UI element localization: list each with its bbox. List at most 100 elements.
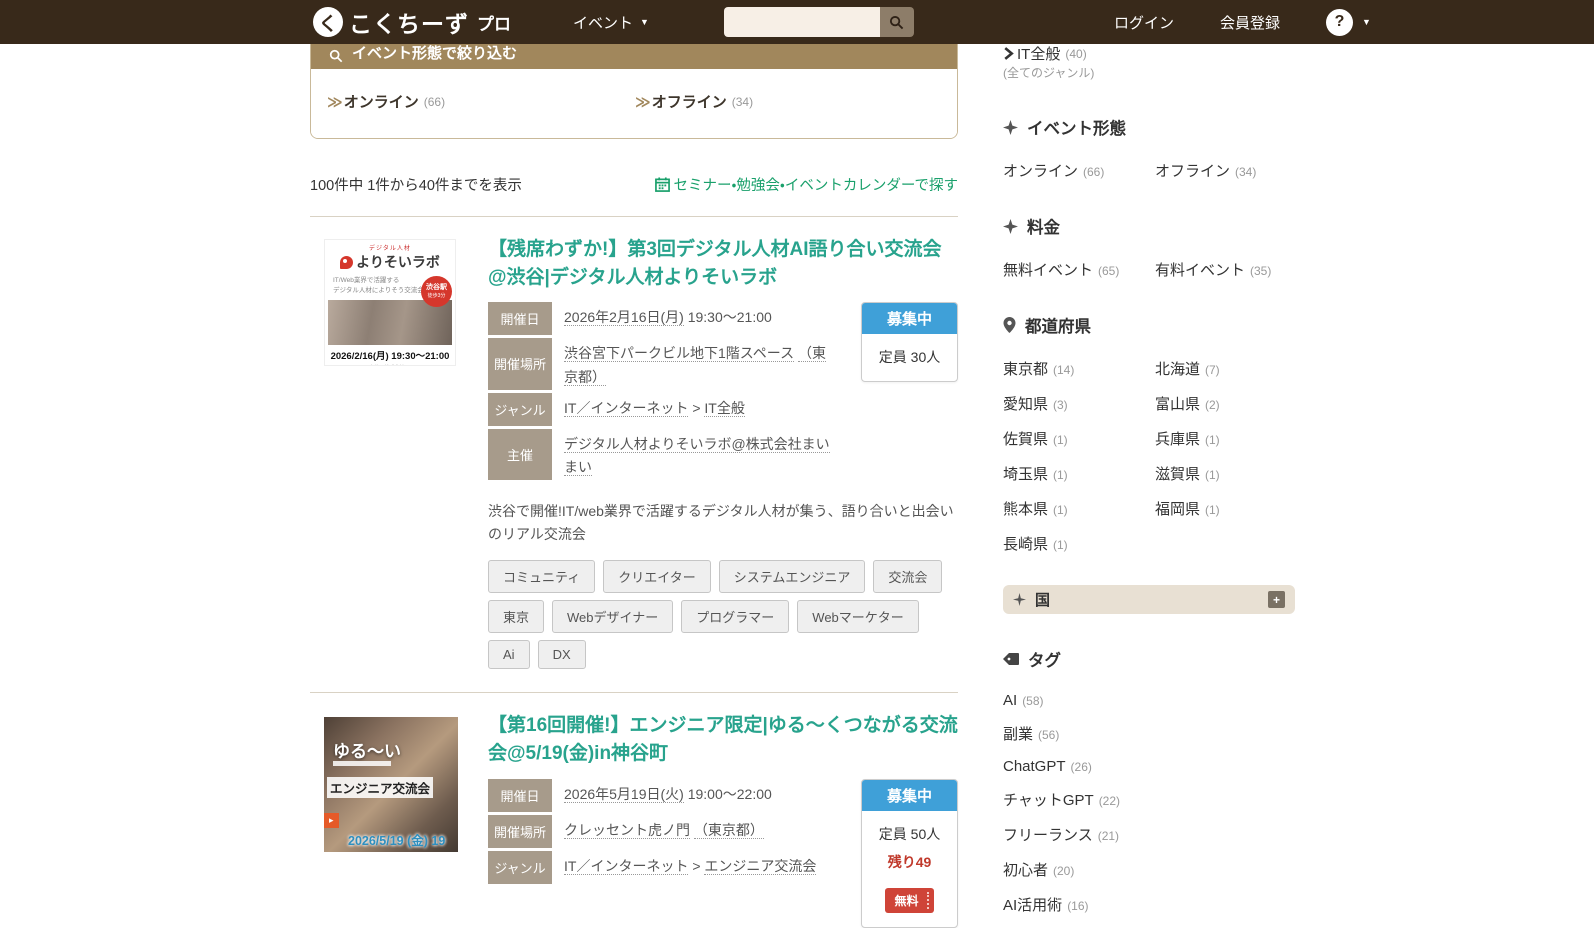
help-menu[interactable]: ? ▼ — [1325, 8, 1371, 36]
event-description: 渋谷で開催!IT/web業界で活躍するデジタル人材が集う、語り合いと出会いのリア… — [488, 503, 954, 543]
tag-chip[interactable]: Webマーケター — [797, 600, 919, 634]
sidebar-item-prefecture[interactable]: 滋賀県 (1) — [1155, 463, 1295, 484]
event-card: デジタル人材 よりそいラボ IT/Web業界で活躍する デジタル人材によりそう交… — [310, 217, 958, 671]
page-body: イベント形態で絞り込む ≫ オンライン (66) ≫ オフライン (34) 10… — [0, 22, 1594, 928]
sidebar-section-prefecture: 都道府県 東京都 (14) 北海道 (7) 愛知県 (3) 富山県 (2) 佐賀県 (1)… — [1003, 313, 1295, 554]
login-link[interactable]: ログイン — [1114, 12, 1174, 33]
double-chevron-icon: ≫ — [327, 93, 343, 111]
filter-offline-link[interactable]: ≫ オフライン (34) — [635, 91, 943, 112]
sidebar-item-prefecture[interactable]: 北海道 (7) — [1155, 358, 1295, 379]
sidebar-tag-link[interactable]: ChatGPT (26) — [1003, 758, 1295, 775]
calendar-icon — [654, 177, 670, 192]
bird-logo-icon — [340, 255, 354, 269]
event-place-link[interactable]: クレッセント虎ノ門 — [564, 821, 690, 839]
thumb-brand: よりそいラボ — [356, 254, 440, 270]
event-date-link[interactable]: 2026年2月16日(月) — [564, 309, 684, 327]
sidebar-item-prefecture[interactable]: 愛知県 (3) — [1003, 393, 1155, 414]
event-place-link[interactable]: 渋谷宮下パークビル地下1階スペース — [564, 345, 795, 363]
capacity-text: 定員 50人 — [878, 825, 941, 842]
thumb-line1: ゆる〜い — [333, 742, 401, 762]
event-details: 開催日 2026年5月19日(火) 19:00〜22:00 開催場所 クレッセン… — [488, 778, 839, 928]
detail-label: ジャンル — [488, 392, 552, 426]
thumb-date: 2026/2/16(月) 19:30〜21:00 — [330, 350, 450, 362]
filter-online-link[interactable]: ≫ オンライン (66) — [327, 91, 635, 112]
sidebar-tag-link[interactable]: 副業 (56) — [1003, 723, 1295, 744]
detail-row-date: 開催日 2026年2月16日(月) 19:30〜21:00 — [488, 302, 839, 336]
sparkle-icon — [1013, 593, 1026, 606]
sidebar-item-offline[interactable]: オフライン (34) — [1155, 160, 1295, 181]
capacity-text: 定員 30人 — [878, 349, 941, 366]
sidebar-tag-link[interactable]: チャットGPT (22) — [1003, 789, 1295, 810]
genre-child-link[interactable]: IT全般 — [704, 399, 745, 417]
sidebar-item-prefecture[interactable]: 熊本県 (1) — [1003, 498, 1155, 519]
search-input[interactable] — [723, 7, 880, 37]
genre-child-link[interactable]: エンジニア交流会 — [704, 857, 817, 875]
sidebar-tag-link[interactable]: 初心者 (20) — [1003, 859, 1295, 880]
tag-chip[interactable]: クリエイター — [603, 560, 711, 594]
sidebar-item-prefecture[interactable]: 富山県 (2) — [1155, 393, 1295, 414]
app-header: く こくちーず プロ イベント ▼ ログイン 会員登録 ? ▼ — [0, 0, 1594, 44]
detail-label: 開催場所 — [488, 814, 552, 848]
sidebar-section-fee: 料金 無料イベント (65) 有料イベント (35) — [1003, 214, 1295, 280]
thumb-line2: エンジニア交流会 — [327, 777, 434, 799]
sidebar-section-event-type: イベント形態 オンライン (66) オフライン (34) — [1003, 115, 1295, 181]
main-column: イベント形態で絞り込む ≫ オンライン (66) ≫ オフライン (34) 10… — [310, 22, 958, 928]
chevron-right-icon — [1004, 47, 1014, 60]
tag-chip[interactable]: DX — [537, 640, 586, 670]
sidebar-item-prefecture[interactable]: 長崎県 (1) — [1003, 533, 1155, 554]
search-button[interactable] — [879, 7, 914, 37]
detail-label: 主催 — [488, 428, 552, 481]
event-date-link[interactable]: 2026年5月19日(火) — [564, 785, 684, 803]
sidebar-item-prefecture[interactable]: 東京都 (14) — [1003, 358, 1155, 379]
event-thumbnail[interactable]: ゆる〜い エンジニア交流会 ▸ 2026/5/19 (金) 19 — [324, 712, 458, 928]
station-badge: 渋谷駅 徒歩3分 — [421, 276, 452, 307]
event-title-link[interactable]: 【第16回開催!】エンジニア限定|ゆる〜くつながる交流会@5/19(金)in神谷… — [488, 712, 958, 767]
all-genres-link[interactable]: (全てのジャンル) — [1003, 66, 1094, 80]
chevron-down-icon: ▼ — [640, 17, 649, 27]
sidebar-tag-link[interactable]: フリーランス (21) — [1003, 824, 1295, 845]
tag-chip[interactable]: Ai — [488, 640, 530, 670]
country-collapsible-bar[interactable]: 国 + — [1003, 585, 1295, 614]
results-count: 100件中 1件から40件までを表示 — [310, 178, 522, 194]
tag-chip[interactable]: 東京 — [488, 600, 545, 634]
sidebar-item-prefecture[interactable]: 佐賀県 (1) — [1003, 428, 1155, 449]
status-box: 募集中 定員 30人 — [861, 302, 958, 383]
genre-parent-link[interactable]: IT／インターネット — [564, 399, 689, 417]
detail-label: ジャンル — [488, 850, 552, 884]
expand-button[interactable]: + — [1268, 591, 1285, 608]
sidebar-item-prefecture[interactable]: 埼玉県 (1) — [1003, 463, 1155, 484]
tag-chip[interactable]: Webデザイナー — [552, 600, 674, 634]
calendar-search-link[interactable]: セミナー・勉強会・イベントカレンダーで探す — [654, 174, 958, 195]
event-thumbnail[interactable]: デジタル人材 よりそいラボ IT/Web業界で活躍する デジタル人材によりそう交… — [324, 236, 458, 669]
sidebar-item-prefecture[interactable]: 福岡県 (1) — [1155, 498, 1295, 519]
nav-events-menu[interactable]: イベント ▼ — [573, 12, 649, 33]
sidebar-current-genre-link[interactable]: IT全般 (40) — [1003, 43, 1295, 64]
genre-separator: > — [692, 857, 701, 874]
genre-parent-link[interactable]: IT／インターネット — [564, 857, 689, 875]
tag-chip[interactable]: 交流会 — [873, 560, 943, 594]
logo[interactable]: く こくちーず プロ — [313, 5, 511, 39]
sidebar-item-paid-events[interactable]: 有料イベント (35) — [1155, 259, 1295, 280]
event-title-link[interactable]: 【残席わずか!】第3回デジタル人材AI語り合い交流会@渋谷|デジタル人材よりそい… — [488, 236, 958, 291]
register-link[interactable]: 会員登録 — [1220, 12, 1280, 33]
event-region-link[interactable]: （東京都） — [693, 821, 764, 839]
sidebar: IT全般 (40) (全てのジャンル) イベント形態 オンライン (66) オフラ… — [1003, 22, 1295, 928]
tag-chip[interactable]: プログラマー — [681, 600, 790, 634]
filter-box-body: ≫ オンライン (66) ≫ オフライン (34) — [311, 69, 957, 138]
double-chevron-icon: ≫ — [635, 93, 651, 111]
sidebar-item-online[interactable]: オンライン (66) — [1003, 160, 1155, 181]
sidebar-tag-link[interactable]: AI活用術 (16) — [1003, 894, 1295, 915]
tag-chip[interactable]: システムエンジニア — [718, 560, 866, 594]
thumb-tab: ▸ — [324, 813, 339, 829]
status-box: 募集中 定員 50人 残り49 無料 — [861, 778, 958, 928]
thumb-brand-top: デジタル人材 — [369, 246, 411, 252]
detail-label: 開催日 — [488, 778, 552, 812]
detail-row-genre: ジャンル IT／インターネット > エンジニア交流会 — [488, 850, 839, 884]
sidebar-tag-link[interactable]: AI (58) — [1003, 692, 1295, 709]
detail-row-place: 開催場所 クレッセント虎ノ門 （東京都） — [488, 814, 839, 848]
remaining-text: 残り49 — [887, 853, 932, 870]
sidebar-item-prefecture[interactable]: 兵庫県 (1) — [1155, 428, 1295, 449]
organizer-link[interactable]: デジタル人材よりそいラボ@株式会社まいまい — [564, 435, 830, 477]
sidebar-item-free-events[interactable]: 無料イベント (65) — [1003, 259, 1155, 280]
tag-chip[interactable]: コミュニティ — [488, 560, 596, 594]
